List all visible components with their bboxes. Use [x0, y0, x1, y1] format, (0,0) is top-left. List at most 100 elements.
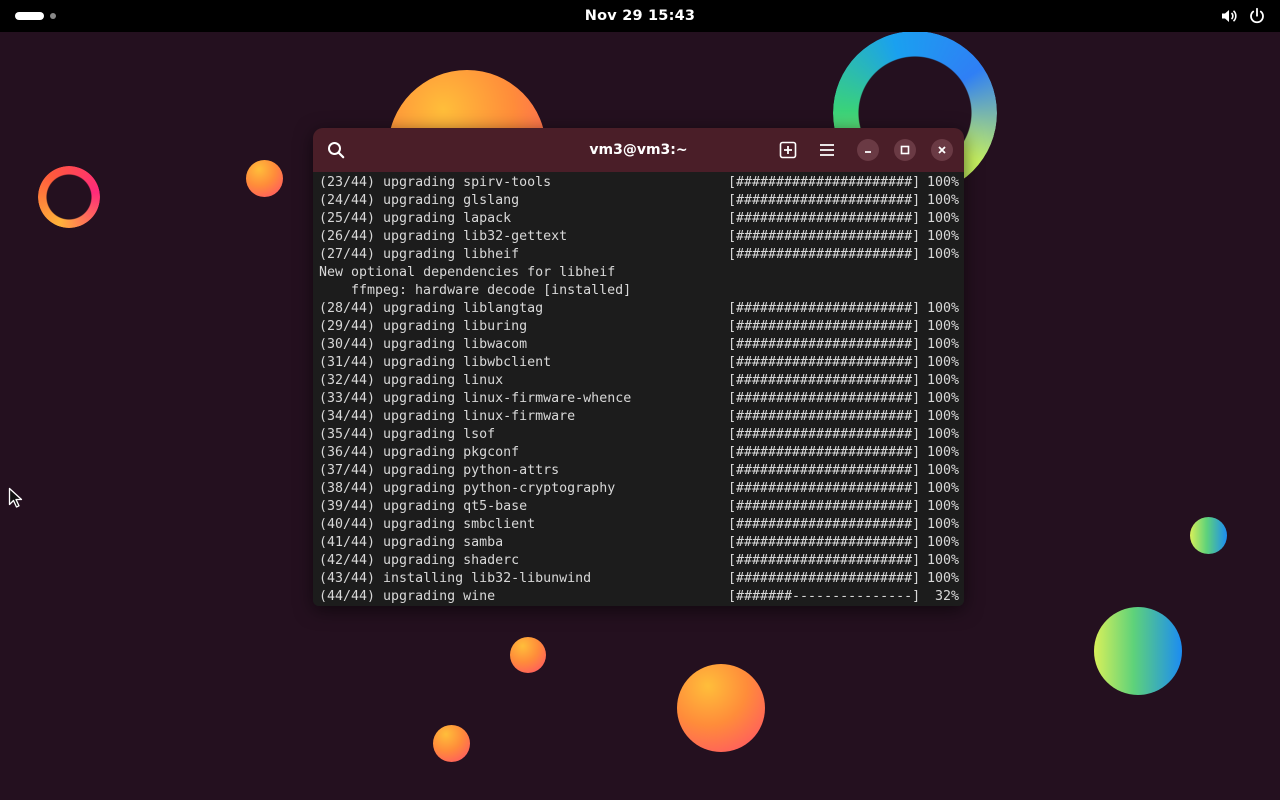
mouse-pointer-icon [8, 487, 23, 508]
terminal-line-text: (26/44) upgrading lib32-gettext [319, 229, 568, 244]
terminal-line-text: (29/44) upgrading liburing [319, 319, 528, 334]
progress-bar-text: [######################] [728, 553, 921, 568]
new-tab-button[interactable] [775, 137, 801, 163]
terminal-line-text: (24/44) upgrading glslang [319, 193, 520, 208]
terminal-line: (27/44) upgrading libheif [##############… [313, 246, 964, 264]
progress-bar-text: [######################] [728, 463, 921, 478]
progress-percent: 100% [926, 319, 959, 334]
progress-percent: 100% [926, 517, 959, 532]
wallpaper-ring-left [38, 166, 100, 228]
terminal-line: (36/44) upgrading pkgconf [##############… [313, 444, 964, 462]
terminal-line-text: (40/44) upgrading smbclient [319, 517, 536, 532]
terminal-line-text: (37/44) upgrading python-attrs [319, 463, 560, 478]
close-button[interactable] [931, 139, 953, 161]
terminal-line-text: ffmpeg: hardware decode [installed] [351, 283, 632, 298]
progress-percent: 100% [926, 193, 959, 208]
progress-bar-text: [######################] [728, 571, 921, 586]
terminal-line-text: (28/44) upgrading liblangtag [319, 301, 544, 316]
terminal-line-text: (32/44) upgrading linux [319, 373, 504, 388]
wallpaper-ball [1094, 607, 1182, 695]
progress-percent: 100% [926, 427, 959, 442]
progress-bar-text: [######################] [728, 175, 921, 190]
progress-bar-text: [######################] [728, 229, 921, 244]
terminal-line: (30/44) upgrading libwacom [#############… [313, 336, 964, 354]
terminal-line: (23/44) upgrading spirv-tools [##########… [313, 174, 964, 192]
progress-percent: 100% [926, 211, 959, 226]
terminal-line: (42/44) upgrading shaderc [##############… [313, 552, 964, 570]
terminal-line-text: (39/44) upgrading qt5-base [319, 499, 528, 514]
clock[interactable]: Nov 29 15:43 [585, 8, 695, 24]
terminal-line: (41/44) upgrading samba [################… [313, 534, 964, 552]
terminal-line: ffmpeg: hardware decode [installed] [313, 282, 964, 300]
progress-bar-text: [######################] [728, 193, 921, 208]
progress-bar-text: [######################] [728, 211, 921, 226]
main-menu-button[interactable] [814, 137, 840, 163]
terminal-output[interactable]: (23/44) upgrading spirv-tools [##########… [313, 174, 964, 606]
maximize-icon [900, 145, 910, 155]
terminal-line-text: New optional dependencies for libheif [319, 265, 616, 280]
progress-percent: 32% [934, 589, 959, 604]
system-tray[interactable] [1220, 7, 1266, 25]
search-icon [328, 142, 345, 159]
terminal-line: (34/44) upgrading linux-firmware [#######… [313, 408, 964, 426]
progress-bar-text: [######################] [728, 301, 921, 316]
terminal-line: (26/44) upgrading lib32-gettext [########… [313, 228, 964, 246]
terminal-line: (39/44) upgrading qt5-base [#############… [313, 498, 964, 516]
terminal-line-text: (25/44) upgrading lapack [319, 211, 512, 226]
terminal-line-text: (41/44) upgrading samba [319, 535, 504, 550]
progress-percent: 100% [926, 463, 959, 478]
progress-percent: 100% [926, 553, 959, 568]
terminal-line: New optional dependencies for libheif [313, 264, 964, 282]
terminal-line-text: (30/44) upgrading libwacom [319, 337, 528, 352]
maximize-button[interactable] [894, 139, 916, 161]
progress-bar-text: [######################] [728, 337, 921, 352]
terminal-line-text: (27/44) upgrading libheif [319, 247, 520, 262]
search-button[interactable] [323, 137, 349, 163]
volume-icon[interactable] [1220, 7, 1238, 25]
progress-percent: 100% [926, 481, 959, 496]
terminal-line-text: (23/44) upgrading spirv-tools [319, 175, 552, 190]
terminal-line-text: (33/44) upgrading linux-firmware-whence [319, 391, 632, 406]
terminal-line-text: (35/44) upgrading lsof [319, 427, 496, 442]
new-tab-icon [779, 141, 797, 159]
progress-percent: 100% [926, 355, 959, 370]
progress-bar-text: [######################] [728, 499, 921, 514]
progress-bar-text: [######################] [728, 319, 921, 334]
terminal-line-text: (44/44) upgrading wine [319, 589, 496, 604]
power-icon[interactable] [1248, 7, 1266, 25]
terminal-line: (44/44) upgrading wine [#######----------… [313, 588, 964, 606]
wallpaper-ball [1190, 517, 1227, 554]
terminal-line-text: (42/44) upgrading shaderc [319, 553, 520, 568]
terminal-line: (32/44) upgrading linux [################… [313, 372, 964, 390]
terminal-window[interactable]: vm3@vm3:~ (23/44) upgrading spirv-tools … [313, 128, 964, 606]
progress-bar-text: [######################] [728, 481, 921, 496]
terminal-line: (33/44) upgrading linux-firmware-whence [… [313, 390, 964, 408]
progress-percent: 100% [926, 535, 959, 550]
hamburger-menu-icon [820, 144, 834, 156]
progress-bar-text: [######################] [728, 373, 921, 388]
progress-percent: 100% [926, 499, 959, 514]
progress-percent: 100% [926, 337, 959, 352]
progress-bar-text: [######################] [728, 409, 921, 424]
progress-percent: 100% [926, 247, 959, 262]
terminal-line: (40/44) upgrading smbclient [############… [313, 516, 964, 534]
minimize-button[interactable] [857, 139, 879, 161]
minimize-icon [865, 151, 871, 153]
progress-percent: 100% [926, 409, 959, 424]
wallpaper-ball [433, 725, 470, 762]
progress-percent: 100% [926, 229, 959, 244]
terminal-line: (29/44) upgrading liburing [#############… [313, 318, 964, 336]
progress-bar-text: [#######---------------] [728, 589, 921, 604]
terminal-line-text: (34/44) upgrading linux-firmware [319, 409, 576, 424]
progress-percent: 100% [926, 445, 959, 460]
wallpaper-ball [510, 637, 546, 673]
terminal-headerbar[interactable]: vm3@vm3:~ [313, 128, 964, 172]
progress-bar-text: [######################] [728, 355, 921, 370]
progress-bar-text: [######################] [728, 247, 921, 262]
terminal-line-text: (38/44) upgrading python-cryptography [319, 481, 616, 496]
progress-bar-text: [######################] [728, 535, 921, 550]
terminal-line-text: (31/44) upgrading libwbclient [319, 355, 552, 370]
progress-percent: 100% [926, 373, 959, 388]
progress-percent: 100% [926, 391, 959, 406]
progress-bar-text: [######################] [728, 445, 921, 460]
